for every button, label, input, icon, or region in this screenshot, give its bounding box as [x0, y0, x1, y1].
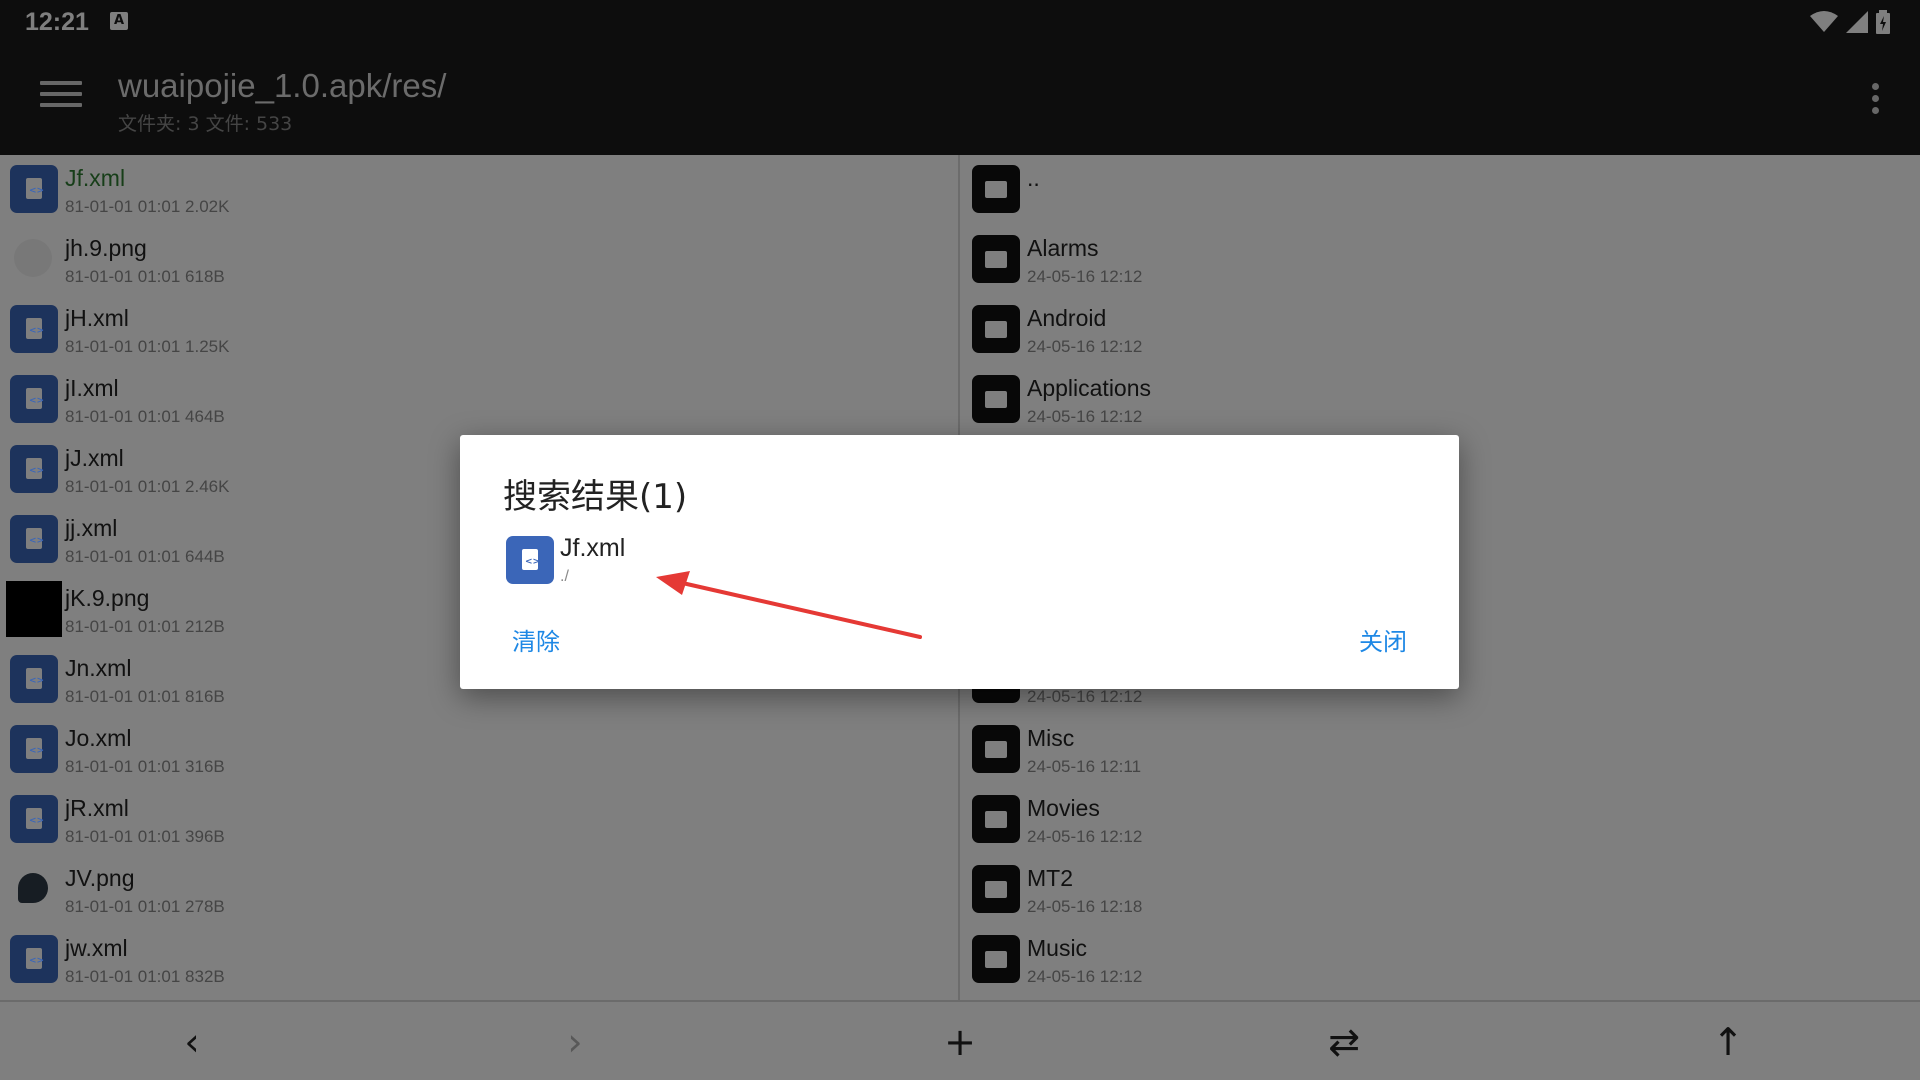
- close-button[interactable]: 关闭: [1359, 622, 1407, 657]
- search-result-path: ./: [560, 568, 569, 585]
- annotation-arrow-icon: [656, 571, 922, 639]
- dialog-title: 搜索结果(1): [503, 477, 688, 517]
- search-result-name[interactable]: Jf.xml: [560, 534, 625, 563]
- clear-button[interactable]: 清除: [512, 622, 560, 657]
- xml-file-icon: <>: [506, 536, 554, 584]
- search-results-dialog: 搜索结果(1) <> Jf.xml ./ 清除 关闭: [460, 435, 1459, 689]
